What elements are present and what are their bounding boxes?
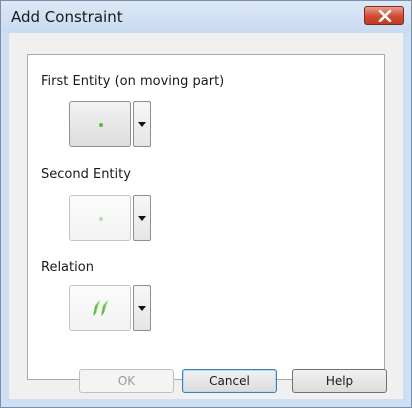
parallel-relation-icon: [93, 300, 108, 316]
chevron-down-icon: [138, 306, 146, 311]
first-entity-label: First Entity (on moving part): [41, 74, 225, 89]
close-button[interactable]: [364, 6, 404, 25]
add-constraint-dialog: Add Constraint First Entity (on moving p…: [0, 0, 412, 408]
second-entity-label: Second Entity: [41, 167, 131, 182]
second-entity-dropdown[interactable]: [133, 195, 151, 241]
chevron-down-icon: [138, 122, 146, 127]
title-bar: Add Constraint: [1, 1, 411, 33]
dialog-title: Add Constraint: [11, 8, 123, 26]
chevron-down-icon: [138, 216, 146, 221]
point-icon: [99, 217, 103, 221]
help-button[interactable]: Help: [292, 369, 387, 393]
relation-dropdown[interactable]: [133, 285, 151, 331]
close-icon: [378, 10, 392, 22]
dialog-content: First Entity (on moving part) Second Ent…: [9, 33, 403, 399]
first-entity-dropdown[interactable]: [133, 101, 151, 147]
point-icon: [99, 123, 103, 127]
cancel-button[interactable]: Cancel: [182, 369, 277, 393]
relation-label: Relation: [41, 260, 94, 275]
second-entity-button[interactable]: [69, 195, 131, 241]
relation-button[interactable]: [69, 285, 131, 331]
ok-button[interactable]: OK: [79, 369, 174, 393]
first-entity-button[interactable]: [69, 101, 131, 147]
